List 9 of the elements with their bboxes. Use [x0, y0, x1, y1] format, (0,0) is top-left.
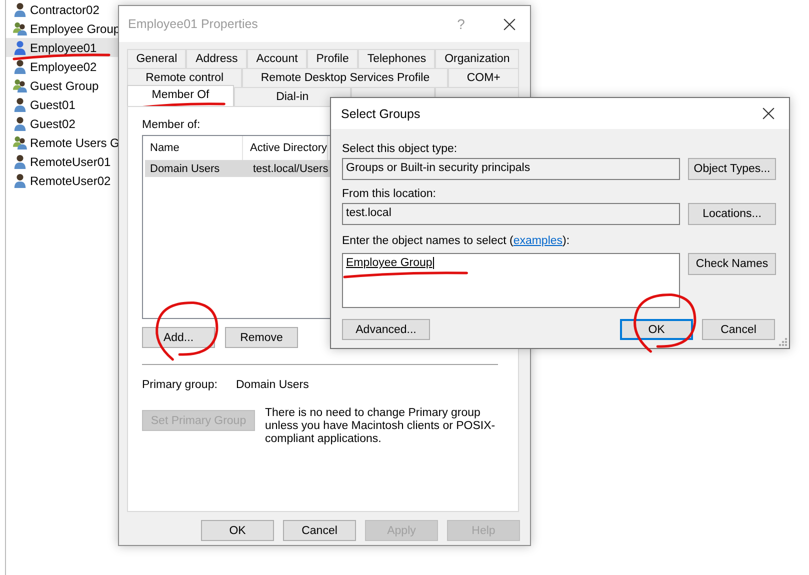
location-label: From this location: — [342, 187, 437, 202]
note-text: There is no need to change Primary group unless you have Macintosh clients or POSIX-compliant applications. — [265, 407, 496, 446]
object-type-label: Select this object type: — [342, 142, 458, 157]
names-label: Enter the object names to select (examples): — [342, 234, 571, 249]
primary-group-label: Primary group: — [142, 379, 218, 391]
primary-group-value: Domain Users — [236, 379, 309, 391]
window-title: Employee01 Properties — [128, 17, 259, 31]
member-of-label: Member of: — [142, 119, 202, 131]
dialog-title: Select Groups — [341, 106, 422, 120]
